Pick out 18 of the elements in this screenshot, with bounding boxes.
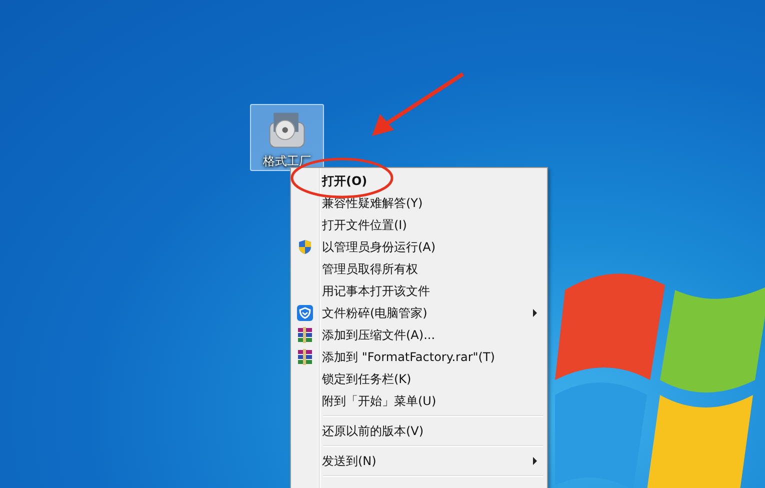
menu-item[interactable]: 附到「开始」菜单(U) <box>322 392 545 410</box>
menu-item[interactable]: 打开(O) <box>322 172 545 190</box>
menu-item[interactable]: 以管理员身份运行(A) <box>322 238 545 256</box>
menu-item[interactable]: 添加到压缩文件(A)... <box>322 326 545 344</box>
menu-item[interactable]: 还原以前的版本(V) <box>322 422 545 440</box>
shield-check-icon <box>297 305 313 321</box>
menu-item[interactable]: 兼容性疑难解答(Y) <box>322 194 545 212</box>
stacked-books-icon <box>297 349 313 365</box>
icon-label: 格式工厂 <box>263 153 311 170</box>
menu-item[interactable]: 添加到 "FormatFactory.rar"(T) <box>322 348 545 366</box>
stacked-books-icon <box>297 327 313 343</box>
menu-item[interactable]: 用记事本打开该文件 <box>322 282 545 300</box>
menu-item[interactable]: 锁定到任务栏(K) <box>322 370 545 388</box>
shield-icon <box>297 239 313 255</box>
menu-item[interactable]: 文件粉碎(电脑管家) <box>322 304 533 322</box>
menu-item[interactable]: 发送到(N) <box>322 452 533 470</box>
menu-item[interactable]: 打开文件位置(I) <box>322 216 545 234</box>
menu-item[interactable]: 管理员取得所有权 <box>322 260 545 278</box>
